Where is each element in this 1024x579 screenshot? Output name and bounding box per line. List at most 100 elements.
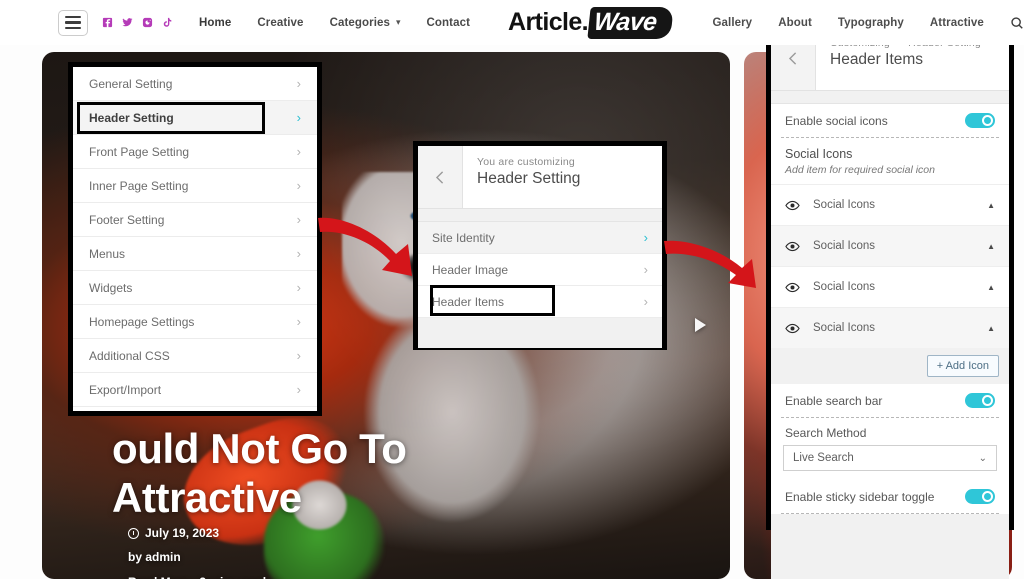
breadcrumb: You are customizing — [477, 156, 575, 168]
customizer-sections-panel: General Setting › Header Setting › Front… — [68, 62, 322, 416]
sidebar-item-label: Footer Setting — [89, 212, 165, 227]
sidebar-item-label: Front Page Setting — [89, 144, 190, 159]
nav-link-contact[interactable]: Contact — [427, 17, 471, 29]
sidebar-item-additional-css[interactable]: Additional CSS › — [73, 339, 317, 373]
enable-sticky-sidebar-row[interactable]: Enable sticky sidebar toggle — [771, 480, 1009, 513]
page-title: Header Items — [830, 51, 924, 68]
panel-item-label: Header Image — [432, 262, 509, 277]
chevron-right-icon: › — [643, 230, 648, 245]
sidebar-item-menus[interactable]: Menus › — [73, 237, 317, 271]
search-method-select[interactable]: Live Search ⌄ — [783, 445, 997, 471]
eye-icon[interactable] — [785, 239, 800, 254]
panel-footer-space — [771, 514, 1009, 579]
sidebar-item-general-setting[interactable]: General Setting › — [73, 67, 317, 101]
chevron-right-icon: › — [296, 76, 301, 91]
chevron-right-icon: › — [296, 110, 301, 125]
list-item-label: Social Icons — [813, 199, 876, 211]
chevron-right-icon: › — [296, 144, 301, 159]
enable-sticky-sidebar-label: Enable sticky sidebar toggle — [785, 489, 935, 504]
twitter-icon[interactable] — [122, 17, 133, 28]
hero-title-line1: ould Not Go To — [112, 425, 407, 472]
back-chevron-icon[interactable] — [418, 146, 463, 208]
chevron-up-icon[interactable]: ▲ — [987, 283, 995, 292]
enable-social-icons-label: Enable social icons — [785, 113, 888, 128]
hero-meta: July 19, 2023 by admin Read More 2 mins … — [128, 526, 266, 579]
sidebar-item-label: Homepage Settings — [89, 314, 195, 329]
sidebar-item-footer-setting[interactable]: Footer Setting › — [73, 203, 317, 237]
nav-link-typography[interactable]: Typography — [838, 17, 904, 29]
panel-item-label: Header Items — [432, 294, 505, 309]
panel-divider — [771, 91, 1009, 104]
chevron-up-icon[interactable]: ▲ — [987, 324, 995, 333]
tiktok-icon[interactable] — [162, 17, 173, 28]
panel-footer-space — [418, 318, 662, 348]
chevron-up-icon[interactable]: ▲ — [987, 242, 995, 251]
panel-item-header-image[interactable]: Header Image › — [418, 254, 662, 286]
enable-sticky-sidebar-toggle[interactable] — [965, 489, 995, 504]
eye-icon[interactable] — [785, 280, 800, 295]
search-method-field[interactable]: Live Search ⌄ — [771, 445, 1009, 480]
nav-link-creative[interactable]: Creative — [257, 17, 303, 29]
panel-item-header-items[interactable]: Header Items › — [418, 285, 662, 318]
nav-link-about[interactable]: About — [778, 17, 812, 29]
chevron-up-icon[interactable]: ▲ — [987, 201, 995, 210]
page-title: Header Setting — [477, 170, 581, 187]
sidebar-item-front-page-setting[interactable]: Front Page Setting › — [73, 135, 317, 169]
eye-icon[interactable] — [785, 321, 800, 336]
list-item[interactable]: Social Icons ▲ — [771, 184, 1009, 225]
panel-header: You are customizing Header Setting — [418, 146, 662, 209]
search-icon[interactable] — [1010, 16, 1024, 30]
eye-icon[interactable] — [785, 198, 800, 213]
nav-link-home[interactable]: Home — [199, 17, 231, 29]
sidebar-item-export-import[interactable]: Export/Import › — [73, 373, 317, 407]
social-icons-section-description: Add item for required social icon — [785, 164, 935, 176]
sidebar-item-label: Additional CSS — [89, 348, 170, 363]
clock-icon — [128, 527, 139, 539]
nav-link-attractive[interactable]: Attractive — [930, 17, 984, 29]
sidebar-item-widgets[interactable]: Widgets › — [73, 271, 317, 305]
search-method-value: Live Search — [793, 452, 854, 464]
sidebar-item-label: Inner Page Setting — [89, 178, 189, 193]
hero-date-text: July 19, 2023 — [145, 526, 220, 540]
nav-link-gallery[interactable]: Gallery — [712, 17, 752, 29]
sidebar-item-homepage-settings[interactable]: Homepage Settings › — [73, 305, 317, 339]
play-icon[interactable] — [695, 318, 706, 332]
hero-read-row: Read More 2 mins read — [128, 575, 266, 579]
add-icon-button[interactable]: + Add Icon — [926, 355, 999, 377]
chevron-right-icon: › — [296, 348, 301, 363]
nav-link-categories[interactable]: Categories — [330, 17, 390, 29]
primary-nav-left: Home Creative Categories ▾ Contact — [199, 17, 470, 29]
chevron-right-icon: › — [643, 262, 648, 277]
site-logo[interactable]: Article. Wave — [508, 6, 675, 39]
enable-social-icons-toggle[interactable] — [965, 113, 995, 128]
sidebar-item-label: Header Setting — [89, 110, 174, 125]
list-item-label: Social Icons — [813, 322, 876, 334]
add-icon-row: + Add Icon — [771, 348, 1009, 384]
enable-search-bar-label: Enable search bar — [785, 393, 883, 408]
list-item[interactable]: Social Icons ▲ — [771, 225, 1009, 266]
list-item[interactable]: Social Icons ▲ — [771, 307, 1009, 348]
social-icons-section-title: Social Icons — [785, 147, 853, 161]
panel-divider — [418, 209, 662, 222]
enable-search-bar-toggle[interactable] — [965, 393, 995, 408]
header-items-panel: Customizing • Header Setting Header Item… — [766, 22, 1014, 579]
sidebar-item-label: Widgets — [89, 280, 133, 295]
hamburger-line — [65, 26, 81, 30]
panel-item-site-identity[interactable]: Site Identity › — [418, 222, 662, 254]
enable-search-bar-row[interactable]: Enable search bar — [771, 384, 1009, 417]
enable-social-icons-row[interactable]: Enable social icons — [771, 104, 1009, 137]
hero-title-line2: Attractive — [112, 474, 302, 522]
list-item-label: Social Icons — [813, 281, 876, 293]
read-more-link[interactable]: Read More — [128, 575, 189, 579]
sidebar-item-inner-page-setting[interactable]: Inner Page Setting › — [73, 169, 317, 203]
instagram-icon[interactable] — [142, 17, 153, 28]
facebook-icon[interactable] — [102, 17, 113, 28]
list-item[interactable]: Social Icons ▲ — [771, 266, 1009, 307]
sidebar-item-header-setting[interactable]: Header Setting › — [73, 101, 317, 135]
header-social-icons — [102, 17, 173, 28]
menu-toggle-button[interactable] — [58, 9, 88, 36]
hamburger-line — [65, 21, 81, 24]
header-setting-panel: You are customizing Header Setting Site … — [413, 141, 667, 350]
chevron-right-icon: › — [643, 294, 648, 309]
chevron-right-icon: › — [296, 178, 301, 193]
